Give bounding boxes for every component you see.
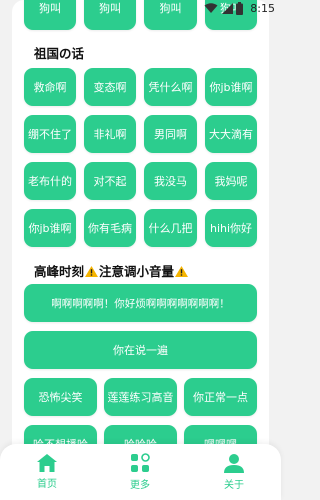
battery-icon [236,2,243,15]
tab-label: 首页 [37,479,57,490]
sound-button[interactable]: 男同啊 [144,115,197,153]
section-title-text: 注意调小音量 [99,264,175,279]
sound-button[interactable]: 老布什的 [24,162,76,200]
sound-button[interactable]: 非礼啊 [84,115,136,153]
status-bar: 8:15 [0,0,281,18]
sound-button[interactable]: 你jb谁啊 [205,68,257,106]
sound-button[interactable]: 你jb谁啊 [24,209,76,247]
sound-button[interactable]: 变态啊 [84,68,136,106]
section-title-zuguo: 祖国の话 [34,46,85,61]
sound-button[interactable]: 你有毛病 [84,209,136,247]
wifi-icon [204,3,218,13]
sound-button[interactable]: 莲莲练习高音 [104,378,177,416]
tab-label: 更多 [130,480,150,491]
tab-about[interactable]: 关于 [199,444,269,500]
grid-icon [131,453,150,472]
sound-button[interactable]: 我没马 [144,162,197,200]
warning-icon [85,266,99,277]
warning-icon [175,266,189,277]
home-icon [37,454,57,472]
tab-more[interactable]: 更多 [105,444,175,500]
section-title-peak: 高峰时刻 注意调小音量 [34,261,189,280]
sound-button[interactable]: 救命啊 [24,68,76,106]
tab-label: 关于 [224,479,244,491]
section-title-text: 高峰时刻 [34,264,85,279]
user-icon [224,453,244,473]
tab-home[interactable]: 首页 [12,444,82,500]
sound-button[interactable]: 大大滴有 [205,115,257,153]
sound-button[interactable]: 我妈呢 [205,162,257,200]
sound-button[interactable]: 什么几把 [144,209,197,247]
sound-button[interactable]: hihi你好 [205,209,257,247]
sound-button[interactable]: 对不起 [84,162,136,200]
sound-button[interactable]: 凭什么啊 [144,68,197,106]
sound-button[interactable]: 你正常一点 [184,378,257,416]
sound-button-wide[interactable]: 你在说一遍 [24,331,257,369]
signal-icon [222,3,233,14]
sound-button[interactable]: 恐怖尖笑 [24,378,97,416]
bottom-tab-bar: 首页 更多 关于 [0,444,281,500]
sound-button-wide[interactable]: 啊啊啊啊啊！你好烦啊啊啊啊啊啊啊！ [24,284,257,322]
status-time: 8:15 [250,2,275,15]
sound-button[interactable]: 绷不住了 [24,115,76,153]
